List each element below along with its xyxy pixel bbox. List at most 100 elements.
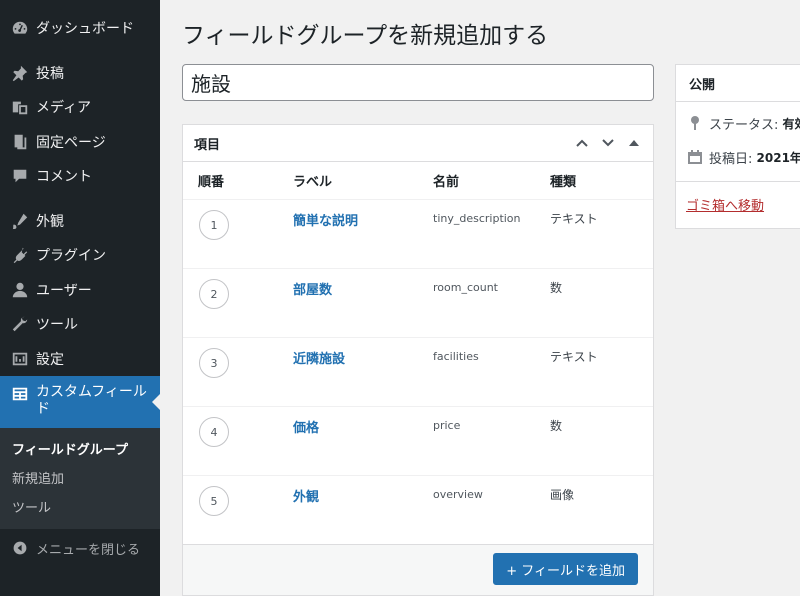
triangle-up-icon xyxy=(629,140,639,146)
sidebar-item-posts[interactable]: 投稿 xyxy=(0,56,160,91)
sidebar-submenu: フィールドグループ 新規追加 ツール xyxy=(0,428,160,529)
chevron-down-icon xyxy=(602,139,614,147)
appearance-icon xyxy=(10,211,30,231)
fields-table-header: 順番 ラベル 名前 種類 xyxy=(183,162,653,200)
sidebar-item-label: 投稿 xyxy=(36,65,64,82)
field-order-badge: 5 xyxy=(199,486,229,516)
field-type-cell: テキスト xyxy=(550,350,598,364)
field-name-cell: room_count xyxy=(433,281,498,294)
field-row[interactable]: 3 近隣施設 facilities テキスト xyxy=(183,338,653,407)
field-order-cell: 3 xyxy=(183,348,293,406)
pages-icon xyxy=(10,132,30,152)
settings-icon xyxy=(10,349,30,369)
field-row[interactable]: 5 外観 overview 画像 xyxy=(183,476,653,545)
fields-metabox: 項目 順番 ラベル 名前 種類 1 簡単な説明 tiny_description テキ… xyxy=(182,124,654,596)
calendar-icon xyxy=(687,148,703,166)
field-name-cell: tiny_description xyxy=(433,212,521,225)
publish-status-row: ステータス: 有効 xyxy=(676,106,800,140)
status-label: ステータス: xyxy=(709,117,779,133)
sidebar-item-label: 設定 xyxy=(36,351,64,368)
publish-metabox-title: 公開 xyxy=(676,65,800,102)
submenu-item-field-groups[interactable]: フィールドグループ xyxy=(0,436,160,465)
sidebar-item-label: コメント xyxy=(36,169,92,186)
publish-metabox: 公開 ステータス: 有効 投稿日: 2021年1 ゴミ箱へ移動 xyxy=(675,64,800,229)
sidebar-item-users[interactable]: ユーザー xyxy=(0,273,160,308)
media-icon xyxy=(10,97,30,117)
dashboard-icon xyxy=(10,18,30,38)
field-order-badge: 3 xyxy=(199,348,229,378)
field-row[interactable]: 2 部屋数 room_count 数 xyxy=(183,269,653,338)
sidebar-item-label: ユーザー xyxy=(36,282,92,299)
collapse-menu-button[interactable]: メニューを閉じる xyxy=(0,530,160,566)
field-order-cell: 2 xyxy=(183,279,293,337)
collapse-arrow-icon xyxy=(10,538,30,558)
field-label-link[interactable]: 価格 xyxy=(293,417,433,475)
sidebar-item-label: ダッシュボード xyxy=(36,21,134,38)
field-order-cell: 1 xyxy=(183,210,293,268)
field-label-link[interactable]: 部屋数 xyxy=(293,279,433,337)
field-type-cell: テキスト xyxy=(550,212,598,226)
sidebar-item-label: 外観 xyxy=(36,213,64,230)
pin-icon xyxy=(10,63,30,83)
fields-metabox-header: 項目 xyxy=(183,125,653,162)
field-row[interactable]: 1 簡単な説明 tiny_description テキスト xyxy=(183,200,653,269)
field-name-cell: facilities xyxy=(433,350,479,363)
publish-actions: ゴミ箱へ移動 xyxy=(676,181,800,228)
field-order-cell: 5 xyxy=(183,486,293,544)
sidebar-item-dashboard[interactable]: ダッシュボード xyxy=(0,11,160,46)
field-label-link[interactable]: 外観 xyxy=(293,486,433,544)
move-up-button[interactable] xyxy=(571,133,593,153)
sidebar-item-pages[interactable]: 固定ページ xyxy=(0,125,160,160)
status-value: 有効 xyxy=(782,116,800,131)
field-order-badge: 4 xyxy=(199,417,229,447)
column-header-label: ラベル xyxy=(293,175,333,190)
add-field-button[interactable]: + フィールドを追加 xyxy=(493,553,638,585)
sidebar-item-comments[interactable]: コメント xyxy=(0,159,160,194)
chevron-up-icon xyxy=(576,139,588,147)
sidebar-item-label: ツール xyxy=(36,317,78,334)
submenu-item-tools[interactable]: ツール xyxy=(0,494,160,523)
sidebar-item-custom-fields[interactable]: カスタムフィールド xyxy=(0,376,160,428)
field-group-title-input[interactable] xyxy=(182,64,654,101)
location-pin-icon xyxy=(687,114,703,132)
date-label: 投稿日: xyxy=(709,151,753,167)
field-type-cell: 画像 xyxy=(550,488,575,502)
field-order-badge: 1 xyxy=(199,210,229,240)
collapse-label: メニューを閉じる xyxy=(36,542,141,558)
publish-date-row: 投稿日: 2021年1 xyxy=(676,140,800,174)
field-label-link[interactable]: 近隣施設 xyxy=(293,348,433,406)
sidebar-item-label: メディア xyxy=(36,100,92,117)
field-name-cell: overview xyxy=(433,488,483,501)
field-type-cell: 数 xyxy=(550,281,563,295)
field-label-link[interactable]: 簡単な説明 xyxy=(293,210,433,268)
main-content: フィールドグループを新規追加する 項目 順番 ラベル 名前 種類 1 簡単な説明t… xyxy=(160,0,800,596)
toggle-panel-button[interactable] xyxy=(623,133,645,153)
sidebar-item-label: プラグイン xyxy=(36,248,106,265)
column-header-order: 順番 xyxy=(198,175,225,190)
move-down-button[interactable] xyxy=(597,133,619,153)
user-icon xyxy=(10,280,30,300)
plugin-icon xyxy=(10,245,30,265)
field-order-badge: 2 xyxy=(199,279,229,309)
sidebar-item-tools[interactable]: ツール xyxy=(0,307,160,342)
sidebar-item-plugins[interactable]: プラグイン xyxy=(0,238,160,273)
date-value: 2021年1 xyxy=(756,150,800,165)
sidebar-item-settings[interactable]: 設定 xyxy=(0,342,160,377)
fields-metabox-title: 項目 xyxy=(194,137,221,153)
move-to-trash-link[interactable]: ゴミ箱へ移動 xyxy=(686,199,764,214)
admin-sidebar: ダッシュボード 投稿 メディア 固定ページ コメント 外観 プラグイン ユーザー… xyxy=(0,0,160,596)
column-header-type: 種類 xyxy=(550,175,577,190)
submenu-item-add-new[interactable]: 新規追加 xyxy=(0,465,160,494)
wrench-icon xyxy=(10,314,30,334)
sidebar-item-media[interactable]: メディア xyxy=(0,90,160,125)
field-name-cell: price xyxy=(433,419,461,432)
sidebar-item-label: カスタムフィールド xyxy=(36,384,147,417)
custom-fields-icon xyxy=(10,384,30,404)
field-row[interactable]: 4 価格 price 数 xyxy=(183,407,653,476)
sidebar-item-label: 固定ページ xyxy=(36,134,106,151)
page-title: フィールドグループを新規追加する xyxy=(182,23,549,49)
fields-metabox-footer: + フィールドを追加 xyxy=(183,545,653,595)
field-order-cell: 4 xyxy=(183,417,293,475)
sidebar-item-appearance[interactable]: 外観 xyxy=(0,204,160,239)
comment-icon xyxy=(10,166,30,186)
